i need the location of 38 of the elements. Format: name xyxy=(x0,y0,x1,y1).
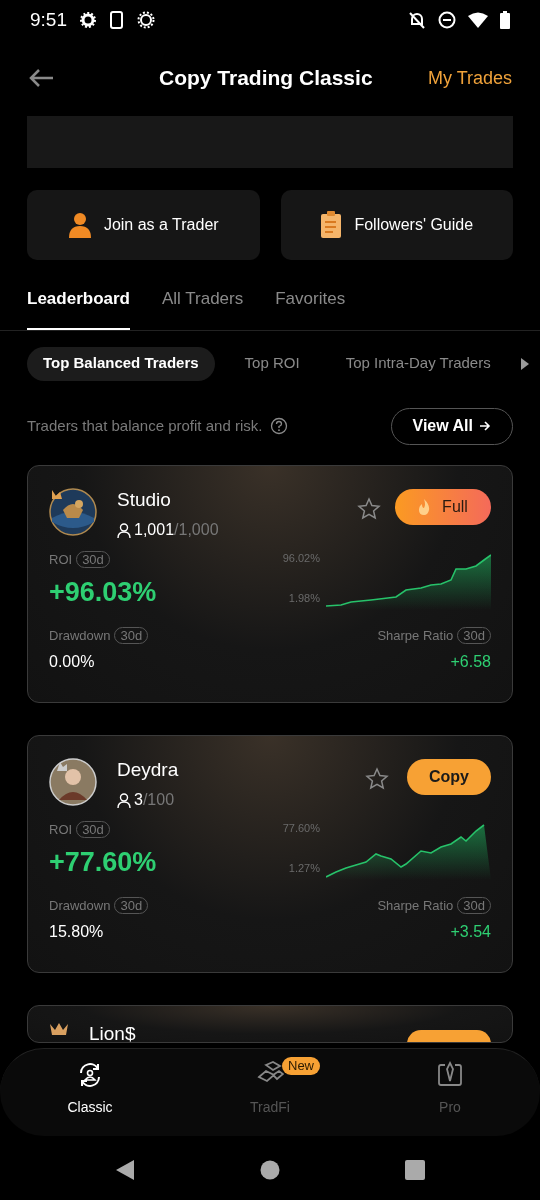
sharpe-label: Sharpe Ratio xyxy=(377,897,454,915)
new-badge: New xyxy=(282,1057,320,1075)
chart-min-label: 1.98% xyxy=(288,590,320,606)
tab[interactable]: All Traders xyxy=(162,286,244,330)
sharpe-label: Sharpe Ratio xyxy=(377,627,454,645)
follower-count: 1,001/1,000 xyxy=(134,520,219,540)
trader-name: Deydra xyxy=(117,757,179,782)
filter-chip[interactable]: Top ROI xyxy=(228,346,316,381)
nav-tab[interactable]: New TradFi xyxy=(180,1049,360,1136)
page-title: Copy Trading Classic xyxy=(159,65,373,92)
roi-label: ROI xyxy=(49,551,73,569)
tab[interactable]: Leaderboard xyxy=(27,286,130,330)
chart-max-label: 96.02% xyxy=(282,551,320,566)
quick-action-button[interactable]: Join as a Trader xyxy=(27,190,260,260)
drawdown-label: Drawdown xyxy=(49,627,111,645)
status-time: 9:51 xyxy=(30,7,67,32)
trader-name: Lion$ xyxy=(89,1021,136,1042)
filter-chip[interactable]: Top Balanced Traders xyxy=(27,346,215,381)
roi-value: +96.03% xyxy=(49,575,157,609)
sharpe-value: +3.54 xyxy=(450,921,491,942)
drawdown-label: Drawdown xyxy=(49,897,111,915)
follower-count: 3/100 xyxy=(134,790,175,810)
chart-min-label: 1.27% xyxy=(288,860,320,876)
roi-value: +77.60% xyxy=(49,845,157,879)
quick-action-button[interactable]: Followers' Guide xyxy=(280,190,513,260)
filter-chip[interactable]: Top Intra-Day Traders xyxy=(329,346,507,381)
nav-tab[interactable]: Classic xyxy=(0,1049,180,1136)
tab[interactable]: Favorites xyxy=(275,286,346,330)
full-button[interactable]: Full xyxy=(395,488,491,525)
drawdown-value: 0.00% xyxy=(49,651,96,672)
sharpe-value: +6.58 xyxy=(450,651,491,672)
section-description: Traders that balance profit and risk. xyxy=(27,415,263,436)
roi-label: ROI xyxy=(49,821,73,839)
drawdown-value: 15.80% xyxy=(49,921,105,942)
copy-button[interactable]: Copy xyxy=(407,758,491,795)
my-trades-link[interactable]: My Trades xyxy=(427,64,512,92)
trader-name: Studio xyxy=(117,487,172,512)
chart-max-label: 77.60% xyxy=(282,821,320,836)
